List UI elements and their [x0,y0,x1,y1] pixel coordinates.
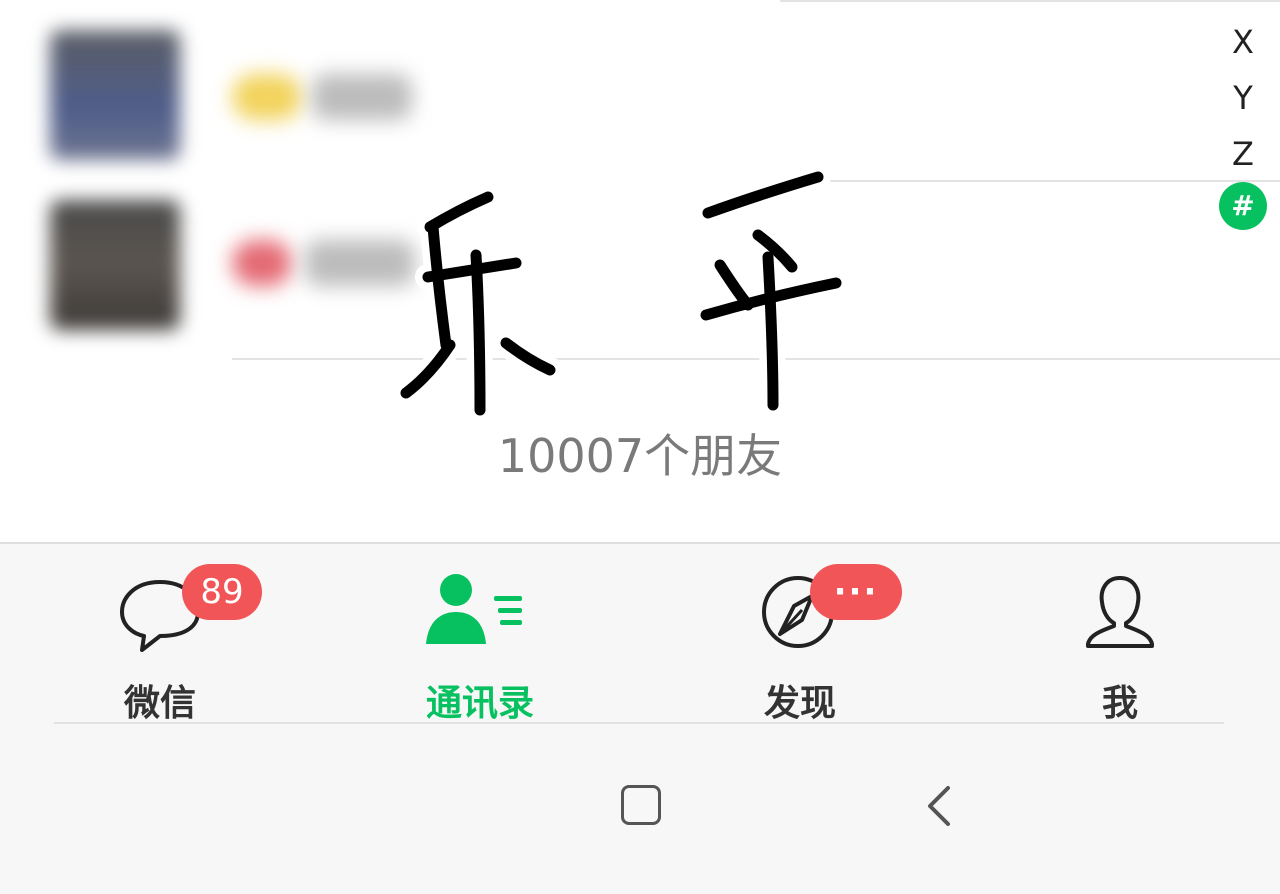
row-divider [780,0,1280,2]
row-divider [830,180,1280,182]
more-badge: ··· [810,564,902,620]
alphabet-index-bar[interactable]: X Y Z # [1216,14,1270,230]
index-letter-z[interactable]: Z [1216,126,1270,182]
home-square-icon[interactable] [621,785,661,825]
tab-discover[interactable]: ··· 发现 [700,564,902,724]
tab-me[interactable]: 我 [1020,564,1220,724]
contact-name-blurred [312,74,412,120]
handwritten-signature [393,165,849,423]
contact-name-blurred [232,240,292,286]
contact-name-blurred [232,74,302,120]
tab-label-contacts: 通讯录 [425,683,534,724]
avatar [50,30,180,160]
tab-label-me: 我 [1101,683,1138,724]
unread-badge: 89 [182,564,262,620]
tab-label-chats: 微信 [123,683,196,724]
tab-chats[interactable]: 89 微信 [60,564,262,724]
contact-row-blurred[interactable] [0,30,460,160]
tab-label-discover: 发现 [763,683,836,724]
back-chevron-icon[interactable] [920,782,960,830]
index-hash-active[interactable]: # [1219,182,1267,230]
avatar [50,200,180,330]
wechat-contacts-screen: X Y Z # 10007个朋友 89 微信 通讯录 ··· 发现 我 [0,0,1280,894]
index-letter-x[interactable]: X [1216,14,1270,70]
index-letter-y[interactable]: Y [1216,70,1270,126]
tab-contacts[interactable]: 通讯录 [380,564,580,724]
tab-bar-divider [54,722,1224,724]
person-outline-icon [1086,576,1154,648]
contacts-icon [426,574,522,644]
friend-count: 10007个朋友 [497,429,783,483]
bottom-tab-bar: 89 微信 通讯录 ··· 发现 我 [0,542,1280,894]
